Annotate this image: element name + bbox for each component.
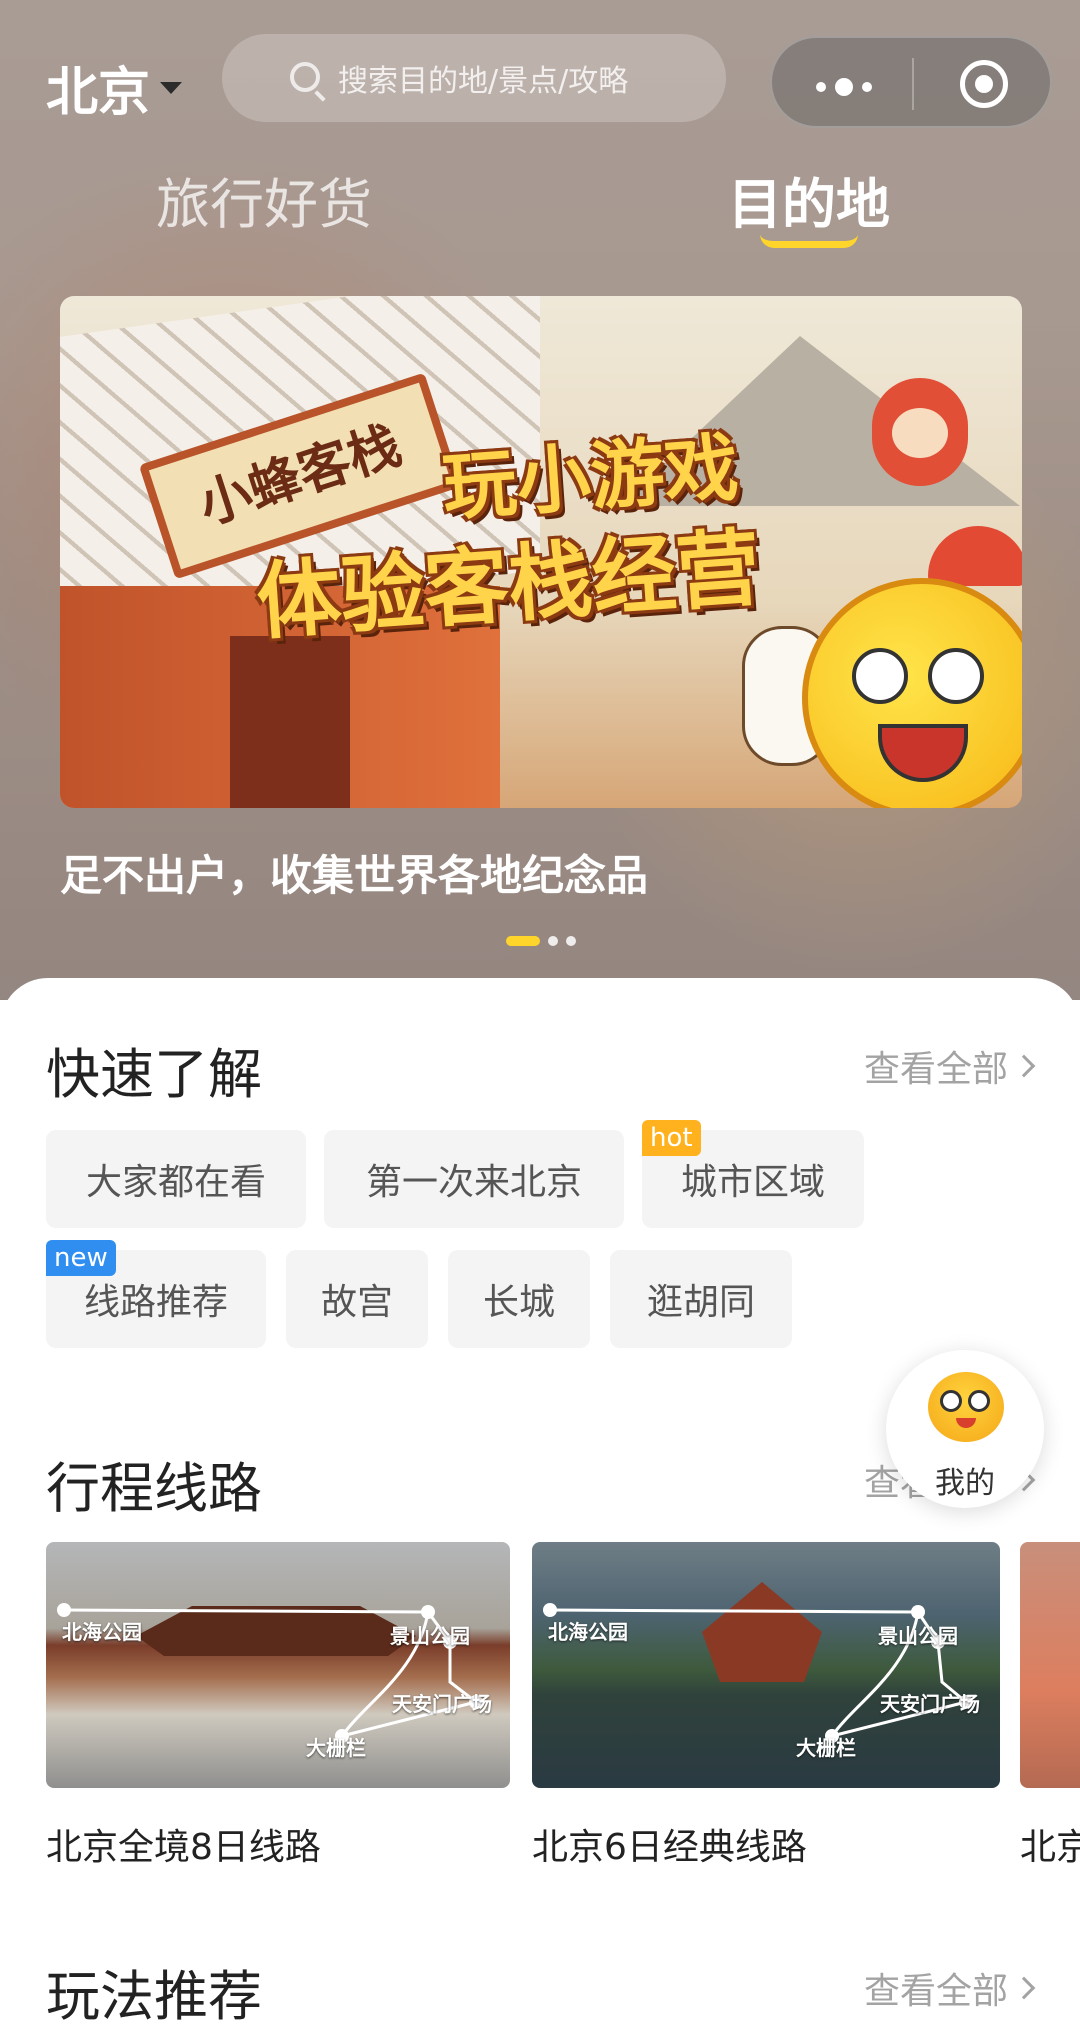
route-card[interactable]: 北海公园 景山公园 天安门广场 大栅栏 北京6日经典线路 [532, 1542, 1000, 1870]
see-all-label: 查看全部 [863, 1049, 1008, 1090]
tab-travel-goods[interactable]: 旅行好货 [156, 160, 372, 239]
route-image-palace: 北海公园 景山公园 天安门广场 大栅栏 [46, 1542, 510, 1788]
map-label: 北海公园 [548, 1620, 628, 1644]
bee-mascot-icon [802, 578, 1022, 808]
route-carousel[interactable]: 北海公园 景山公园 天安门广场 大栅栏 北京全境8日线路 北海公园 景山公园 天… [0, 1542, 1080, 1882]
active-tab-indicator [760, 234, 858, 248]
carousel-dot[interactable] [566, 936, 576, 946]
chevron-right-icon [1012, 1976, 1036, 2000]
section-title-routes: 行程线路 [46, 1457, 262, 1520]
top-tabs: 旅行好货 目的地 [0, 160, 1080, 260]
chip-label: 第一次来北京 [365, 1162, 582, 1203]
my-floating-button[interactable]: 我的 [886, 1350, 1044, 1508]
see-all-label: 查看全部 [863, 1971, 1008, 2012]
banner-caption: 足不出户，收集世界各地纪念品 [60, 851, 649, 900]
carousel-dot[interactable] [548, 936, 558, 946]
capsule-divider [912, 58, 914, 110]
route-image-corner-tower: 北海公园 景山公园 天安门广场 大栅栏 [532, 1542, 1000, 1788]
promo-banner[interactable]: 小蜂客栈 玩小游戏 体验客栈经营 [60, 296, 1022, 808]
route-image-third [1020, 1542, 1080, 1788]
top-bar: 北京 搜索目的地/景点/攻略 [0, 30, 1080, 130]
search-icon [290, 62, 320, 92]
chip-label: 城市区域 [680, 1162, 825, 1203]
new-badge: new [46, 1240, 116, 1276]
section-title-quick: 快速了解 [46, 1043, 262, 1106]
map-label: 大栅栏 [306, 1736, 366, 1760]
route-name: 北京 [1020, 1827, 1080, 1868]
city-name: 北京 [46, 63, 151, 123]
chip-hutong[interactable]: 逛胡同 [610, 1250, 792, 1348]
carousel-indicator [506, 936, 576, 946]
hot-badge: hot [642, 1120, 701, 1156]
chip-label: 大家都在看 [85, 1162, 266, 1203]
chip-forbidden-city[interactable]: 故宫 [286, 1250, 428, 1348]
map-label: 景山公园 [878, 1624, 958, 1648]
route-name: 北京全境8日线路 [46, 1827, 321, 1868]
search-bar[interactable]: 搜索目的地/景点/攻略 [222, 34, 726, 122]
carousel-dot-active[interactable] [506, 936, 540, 946]
banner-door [230, 636, 350, 808]
close-target-icon[interactable] [960, 60, 1008, 108]
route-name: 北京6日经典线路 [532, 1827, 807, 1868]
content-sheet: 快速了解 查看全部 大家都在看 第一次来北京 hot 城市区域 new 线路推荐… [0, 978, 1080, 2040]
map-label: 北海公园 [62, 1620, 142, 1644]
chevron-right-icon [1012, 1054, 1036, 1078]
map-label: 天安门广场 [880, 1692, 980, 1716]
chip-first-visit[interactable]: 第一次来北京 [324, 1130, 624, 1228]
caret-down-icon [160, 81, 183, 94]
city-selector[interactable]: 北京 [46, 50, 183, 125]
see-all-quick[interactable]: 查看全部 [863, 1040, 1036, 1092]
see-all-play[interactable]: 查看全部 [863, 1962, 1036, 2014]
chip-popular[interactable]: 大家都在看 [46, 1130, 306, 1228]
chip-label: 线路推荐 [83, 1282, 228, 1323]
mascot-hat [928, 526, 1022, 586]
search-placeholder: 搜索目的地/景点/攻略 [338, 64, 629, 99]
chip-great-wall[interactable]: 长城 [448, 1250, 590, 1348]
map-label: 景山公园 [390, 1624, 470, 1648]
chip-label: 长城 [482, 1282, 555, 1323]
tab-destination[interactable]: 目的地 [728, 160, 890, 239]
owl-mascot-icon [928, 1372, 1004, 1442]
chip-label: 故宫 [320, 1282, 393, 1323]
chip-route-recommend[interactable]: new 线路推荐 [46, 1240, 266, 1348]
route-map-overlay [543, 1603, 973, 1743]
map-label: 天安门广场 [392, 1692, 492, 1716]
my-label: 我的 [935, 1466, 995, 1501]
daruma-doll-icon [872, 378, 968, 486]
chip-city-area[interactable]: hot 城市区域 [642, 1120, 864, 1228]
route-card[interactable]: 北京 [1020, 1542, 1080, 1870]
chip-label: 逛胡同 [646, 1282, 755, 1323]
more-icon[interactable] [816, 78, 872, 96]
map-label: 大栅栏 [796, 1736, 856, 1760]
route-card[interactable]: 北海公园 景山公园 天安门广场 大栅栏 北京全境8日线路 [46, 1542, 510, 1870]
section-title-play: 玩法推荐 [46, 1965, 262, 2028]
route-map-overlay [57, 1603, 483, 1743]
mini-program-capsule [770, 36, 1052, 128]
